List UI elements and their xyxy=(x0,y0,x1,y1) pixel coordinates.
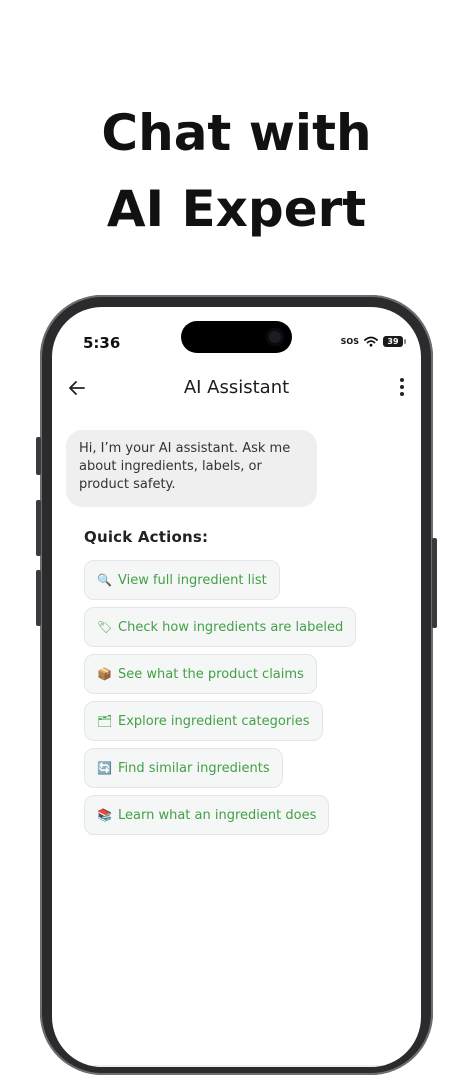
page-title: AI Assistant xyxy=(183,377,290,398)
refresh-icon: 🔄 xyxy=(97,761,112,775)
quick-action-view-ingredients[interactable]: 🔍 View full ingredient list xyxy=(84,560,280,600)
quick-action-categories[interactable]: 🗂 Explore ingredient categories xyxy=(84,701,323,741)
quick-actions-list: 🔍 View full ingredient list 🏷 Check how … xyxy=(84,560,357,835)
phone-screen: 5:36 SOS 39 AI Assistant Hi, I’m your AI… xyxy=(52,307,421,1067)
quick-action-product-claims[interactable]: 📦 See what the product claims xyxy=(84,654,317,694)
promo-headline-line1: Chat with xyxy=(101,104,372,162)
quick-actions-title: Quick Actions: xyxy=(84,528,209,546)
quick-action-label: Find similar ingredients xyxy=(118,760,270,776)
wifi-icon xyxy=(364,336,378,347)
quick-action-learn-ingredient[interactable]: 📚 Learn what an ingredient does xyxy=(84,795,330,835)
phone-side-button xyxy=(36,570,41,626)
package-icon: 📦 xyxy=(97,667,112,681)
assistant-message-bubble: Hi, I’m your AI assistant. Ask me about … xyxy=(66,430,317,507)
dynamic-island xyxy=(181,321,292,353)
bottom-divider xyxy=(52,1065,421,1067)
promo-headline-line2: AI Expert xyxy=(106,180,367,238)
status-indicators: SOS 39 xyxy=(340,336,406,347)
quick-action-label: Learn what an ingredient does xyxy=(118,807,317,823)
camera-icon xyxy=(266,328,284,346)
quick-action-label: Check how ingredients are labeled xyxy=(118,619,344,635)
phone-side-button xyxy=(432,538,437,628)
phone-side-button xyxy=(36,437,41,475)
search-icon: 🔍 xyxy=(97,573,112,587)
more-vertical-icon[interactable] xyxy=(399,378,405,396)
sos-indicator: SOS xyxy=(340,336,359,346)
label-icon: 🏷 xyxy=(97,620,113,634)
quick-action-label: Explore ingredient categories xyxy=(118,713,310,729)
quick-action-check-labels[interactable]: 🏷 Check how ingredients are labeled xyxy=(84,607,357,647)
quick-action-label: See what the product claims xyxy=(118,666,304,682)
quick-action-similar[interactable]: 🔄 Find similar ingredients xyxy=(84,748,283,788)
app-bar: AI Assistant xyxy=(52,369,421,409)
quick-action-label: View full ingredient list xyxy=(118,572,267,588)
books-icon: 📚 xyxy=(97,808,112,822)
status-time: 5:36 xyxy=(83,334,121,352)
phone-side-button xyxy=(36,500,41,556)
category-icon: 🗂 xyxy=(97,714,113,728)
battery-icon: 39 xyxy=(383,336,406,347)
